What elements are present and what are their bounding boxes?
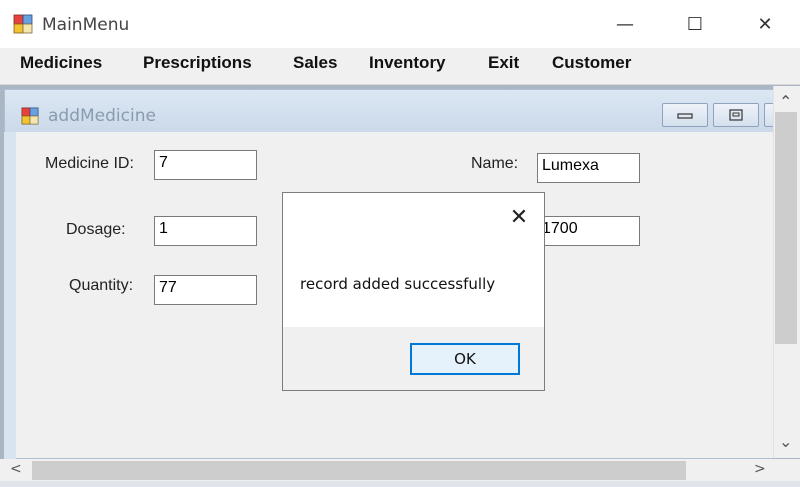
ok-button[interactable]: OK (410, 343, 520, 375)
medicine-id-label: Medicine ID: (45, 155, 134, 172)
close-button[interactable]: ✕ (742, 8, 788, 40)
child-window-border (4, 132, 16, 460)
scrollbar-corner (773, 459, 800, 481)
menu-prescriptions[interactable]: Prescriptions (143, 53, 252, 73)
menu-sales[interactable]: Sales (293, 53, 337, 73)
maximize-icon: ☐ (686, 13, 704, 35)
vertical-scroll-thumb[interactable] (775, 112, 797, 344)
scroll-down-arrow-icon[interactable]: ⌄ (779, 432, 792, 451)
minimize-icon: — (616, 13, 634, 35)
window-bottom-edge (0, 481, 800, 487)
dialog-close-icon[interactable]: ✕ (506, 204, 532, 230)
quantity-input[interactable]: 77 (154, 275, 257, 305)
horizontal-scroll-thumb[interactable] (32, 461, 686, 480)
dialog-message: record added successfully (300, 275, 496, 293)
name-input[interactable]: Lumexa (537, 153, 640, 183)
scroll-up-arrow-icon[interactable]: ⌃ (779, 92, 792, 111)
child-restore-button[interactable] (713, 103, 759, 127)
child-window-title: addMedicine (48, 106, 156, 126)
child-minimize-button[interactable] (662, 103, 708, 127)
maximize-button[interactable]: ☐ (672, 8, 718, 40)
dosage-label: Dosage: (66, 221, 126, 238)
medicine-id-input[interactable]: 7 (154, 150, 257, 180)
menu-exit[interactable]: Exit (488, 53, 519, 73)
menu-customer[interactable]: Customer (552, 53, 631, 73)
app-icon (13, 14, 33, 34)
window-title: MainMenu (42, 15, 130, 35)
menu-inventory[interactable]: Inventory (369, 53, 446, 73)
quantity-label: Quantity: (69, 277, 134, 294)
price-input[interactable]: 1700 (537, 216, 640, 246)
name-label: Name: (471, 155, 519, 172)
child-app-icon (21, 107, 39, 125)
scroll-left-arrow-icon[interactable]: < (10, 461, 22, 477)
minimize-button[interactable]: — (602, 8, 648, 40)
restore-icon (729, 109, 743, 121)
dosage-input[interactable]: 1 (154, 216, 257, 246)
minimize-icon (677, 113, 693, 119)
close-icon: ✕ (757, 13, 773, 35)
menu-medicines[interactable]: Medicines (20, 53, 102, 73)
scroll-right-arrow-icon[interactable]: > (754, 461, 766, 477)
